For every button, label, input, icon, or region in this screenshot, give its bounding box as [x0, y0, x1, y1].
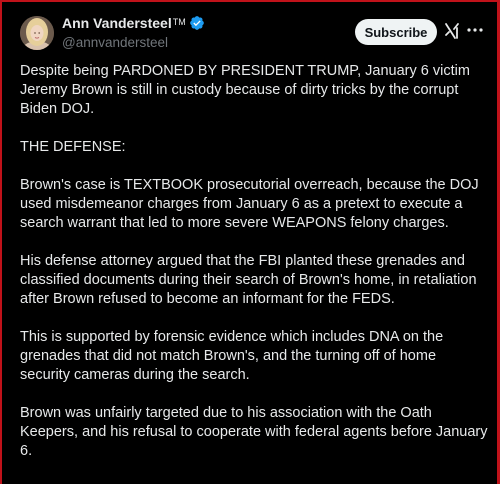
author-name[interactable]: Ann Vandersteel: [62, 15, 172, 31]
post-paragraph: His defense attorney argued that the FBI…: [20, 253, 477, 307]
more-icon[interactable]: [466, 21, 484, 39]
post-body: Despite being PARDONED BY PRESIDENT TRUM…: [20, 62, 488, 480]
author-handle[interactable]: @annvandersteel: [62, 35, 168, 50]
trademark-symbol: TM: [172, 17, 186, 27]
avatar[interactable]: [20, 16, 54, 50]
author-name-row[interactable]: Ann Vandersteel TM: [62, 15, 205, 31]
grok-icon[interactable]: [444, 22, 460, 40]
verified-badge-icon: [189, 15, 205, 31]
subscribe-button[interactable]: Subscribe: [355, 19, 437, 45]
post-paragraph: Despite being PARDONED BY PRESIDENT TRUM…: [20, 63, 470, 117]
post-paragraph: This is supported by forensic evidence w…: [20, 329, 444, 383]
post-paragraph: Brown's case is TEXTBOOK prosecutorial o…: [20, 177, 479, 231]
post-paragraph: THE DEFENSE:: [20, 139, 126, 155]
post-paragraph: Brown was unfairly targeted due to his a…: [20, 405, 488, 459]
